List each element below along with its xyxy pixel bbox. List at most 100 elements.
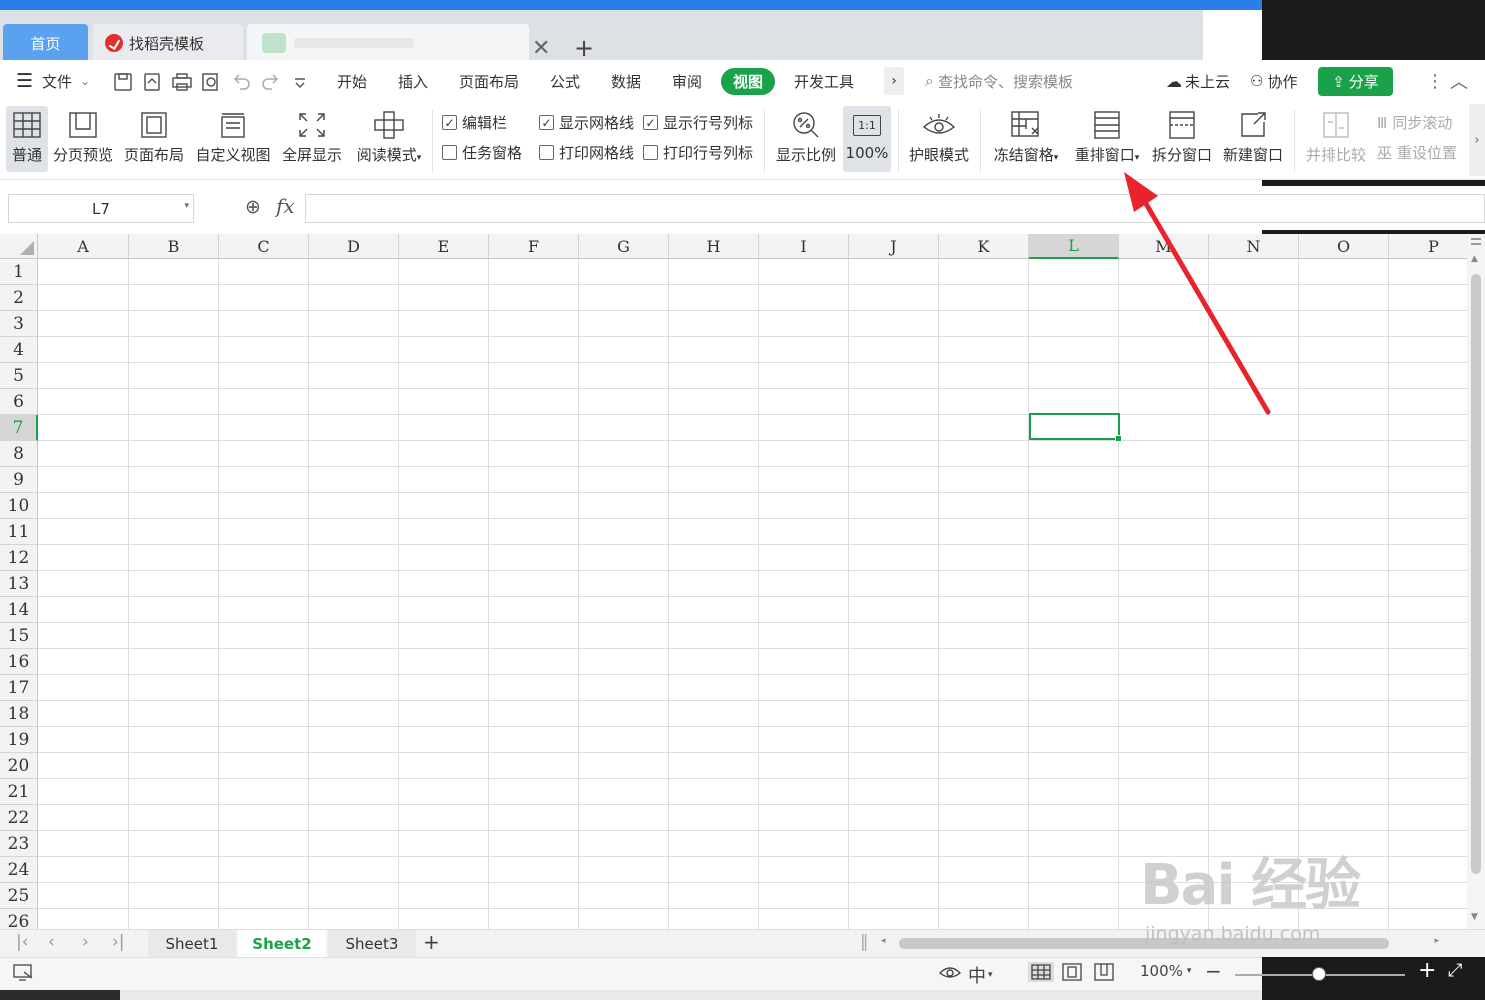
reset-position-button[interactable]: 巫重设位置 xyxy=(1377,142,1457,163)
column-header-o[interactable]: O xyxy=(1299,234,1389,259)
row-header-11[interactable]: 11 xyxy=(0,519,38,545)
sheet-tab-sheet2[interactable]: Sheet2 xyxy=(238,930,326,958)
column-header-c[interactable]: C xyxy=(219,234,309,259)
column-header-e[interactable]: E xyxy=(399,234,489,259)
row-header-19[interactable]: 19 xyxy=(0,727,38,753)
vertical-scroll-thumb[interactable] xyxy=(1471,274,1481,874)
zoom-search-icon[interactable]: ⊕ xyxy=(245,196,261,218)
page-layout-button[interactable]: 页面布局 xyxy=(122,106,186,172)
column-header-a[interactable]: A xyxy=(38,234,129,259)
collaborate-button[interactable]: ⚇ 协作 xyxy=(1250,60,1297,102)
row-header-15[interactable]: 15 xyxy=(0,623,38,649)
select-all-corner[interactable] xyxy=(0,234,38,259)
new-window-button[interactable]: 新建窗口 xyxy=(1221,106,1285,172)
collapse-ribbon-icon[interactable]: ︿ xyxy=(1450,60,1468,102)
prev-sheet-icon[interactable]: ‹ xyxy=(48,932,55,952)
page-break-preview-button[interactable]: 分页预览 xyxy=(52,106,114,172)
side-by-side-button[interactable]: 并排比较 xyxy=(1303,106,1369,172)
toolbar-scroll-right-icon[interactable]: › xyxy=(1469,104,1485,176)
show-gridlines-checkbox[interactable]: ✓ 显示网格线 xyxy=(539,112,634,133)
sync-scroll-button[interactable]: Ⅲ 同步滚动 xyxy=(1377,112,1452,133)
column-header-b[interactable]: B xyxy=(129,234,219,259)
command-search[interactable]: ⌕ 查找命令、搜索模板 xyxy=(925,60,1073,102)
column-header-h[interactable]: H xyxy=(669,234,759,259)
zoom-slider-knob[interactable] xyxy=(1312,967,1326,981)
row-header-22[interactable]: 22 xyxy=(0,805,38,831)
row-header-12[interactable]: 12 xyxy=(0,545,38,571)
tab-home[interactable]: 首页 xyxy=(3,24,88,62)
fx-icon[interactable]: fx xyxy=(276,194,295,218)
full-screen-button[interactable]: 全屏显示 xyxy=(280,106,344,172)
scroll-down-icon[interactable]: ▼ xyxy=(1471,912,1478,922)
menu-insert[interactable]: 插入 xyxy=(398,60,428,102)
row-header-9[interactable]: 9 xyxy=(0,467,38,493)
row-header-2[interactable]: 2 xyxy=(0,285,38,311)
split-window-button[interactable]: 拆分窗口 xyxy=(1150,106,1214,172)
name-box[interactable]: L7 ▾ xyxy=(8,194,194,223)
menu-developer-tools[interactable]: 开发工具 xyxy=(794,60,854,102)
last-sheet-icon[interactable]: ›| xyxy=(112,932,125,952)
menu-page-layout[interactable]: 页面布局 xyxy=(459,60,519,102)
new-tab-button[interactable]: + xyxy=(574,34,594,62)
column-header-p[interactable]: P xyxy=(1389,234,1467,259)
row-header-7[interactable]: 7 xyxy=(0,415,38,441)
row-header-8[interactable]: 8 xyxy=(0,441,38,467)
normal-view-button[interactable]: 普通 xyxy=(6,106,48,172)
rearrange-windows-button[interactable]: 重排窗口▾ xyxy=(1070,106,1144,172)
column-header-l[interactable]: L xyxy=(1029,234,1119,259)
row-header-13[interactable]: 13 xyxy=(0,571,38,597)
menu-data[interactable]: 数据 xyxy=(611,60,641,102)
cloud-status[interactable]: ☁ 未上云 xyxy=(1166,60,1230,102)
row-header-3[interactable]: 3 xyxy=(0,311,38,337)
spreadsheet-grid[interactable]: A B C D E F G H I J K L M N O P 1 2 3 4 5 6 7 8 9 10 11 12 13 14 15 16 1… xyxy=(0,234,1467,929)
row-header-26[interactable]: 26 xyxy=(0,909,38,929)
next-sheet-icon[interactable]: › xyxy=(82,932,89,952)
row-header-18[interactable]: 18 xyxy=(0,701,38,727)
column-header-n[interactable]: N xyxy=(1209,234,1299,259)
task-pane-checkbox[interactable]: 任务窗格 xyxy=(442,142,522,163)
row-header-5[interactable]: 5 xyxy=(0,363,38,389)
freeze-panes-button[interactable]: 冻结窗格▾ xyxy=(989,106,1063,172)
more-tabs-chevron-icon[interactable]: › xyxy=(884,67,904,95)
row-header-6[interactable]: 6 xyxy=(0,389,38,415)
row-header-16[interactable]: 16 xyxy=(0,649,38,675)
row-header-24[interactable]: 24 xyxy=(0,857,38,883)
menu-start[interactable]: 开始 xyxy=(337,60,367,102)
show-headers-checkbox[interactable]: ✓ 显示行号列标 xyxy=(643,112,753,133)
selected-cell-l7[interactable] xyxy=(1029,413,1122,442)
menu-review[interactable]: 审阅 xyxy=(672,60,702,102)
row-header-17[interactable]: 17 xyxy=(0,675,38,701)
fit-window-icon[interactable]: ⤢ xyxy=(1448,960,1462,981)
column-header-d[interactable]: D xyxy=(309,234,399,259)
scroll-up-icon[interactable]: ▲ xyxy=(1471,254,1478,264)
column-header-j[interactable]: J xyxy=(849,234,939,259)
column-header-i[interactable]: I xyxy=(759,234,849,259)
file-menu[interactable]: ☰ 文件 ⌄ xyxy=(16,60,90,102)
column-header-f[interactable]: F xyxy=(489,234,579,259)
add-sheet-icon[interactable]: + xyxy=(423,930,440,954)
column-header-g[interactable]: G xyxy=(579,234,669,259)
zoom-100-button[interactable]: 1:1 100% xyxy=(843,106,891,172)
row-header-23[interactable]: 23 xyxy=(0,831,38,857)
vertical-scrollbar[interactable]: ▲ ▼ xyxy=(1467,234,1485,929)
share-button[interactable]: ⇪ 分享 xyxy=(1318,67,1393,96)
page-break-status-icon[interactable] xyxy=(1093,962,1115,982)
row-header-21[interactable]: 21 xyxy=(0,779,38,805)
row-header-1[interactable]: 1 xyxy=(0,259,38,285)
row-header-20[interactable]: 20 xyxy=(0,753,38,779)
eye-protection-button[interactable]: 护眼模式 xyxy=(906,106,972,172)
close-tab-icon[interactable]: ✕ xyxy=(532,36,550,61)
eye-protection-status-icon[interactable] xyxy=(938,962,962,982)
edit-bar-checkbox[interactable]: ✓ 编辑栏 xyxy=(442,112,507,133)
formula-input[interactable] xyxy=(305,194,1485,223)
zoom-button[interactable]: 显示比例 xyxy=(774,106,838,172)
reading-mode-status-icon[interactable]: 中 ▾ xyxy=(968,962,993,988)
row-header-14[interactable]: 14 xyxy=(0,597,38,623)
sheet-tab-sheet1[interactable]: Sheet1 xyxy=(148,930,236,958)
print-headers-checkbox[interactable]: 打印行号列标 xyxy=(643,142,753,163)
page-layout-status-icon[interactable] xyxy=(1061,962,1083,982)
menu-formula[interactable]: 公式 xyxy=(550,60,580,102)
print-gridlines-checkbox[interactable]: 打印网格线 xyxy=(539,142,634,163)
custom-view-button[interactable]: 自定义视图 xyxy=(194,106,272,172)
menu-view[interactable]: 视图 xyxy=(721,68,775,95)
